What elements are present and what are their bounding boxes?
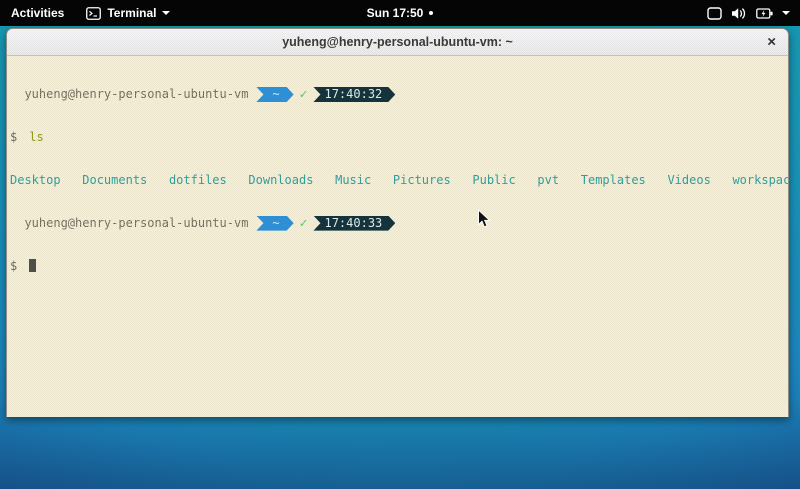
prompt-username: yuheng@henry-personal-ubuntu-vm [10, 87, 248, 102]
text-cursor [29, 259, 36, 272]
mouse-cursor [477, 209, 491, 229]
terminal-app-menu[interactable]: Terminal [75, 0, 181, 26]
command-text: ls [29, 130, 43, 144]
close-button[interactable]: × [767, 35, 776, 50]
battery-charging-icon [756, 8, 773, 19]
terminal-window: yuheng@henry-personal-ubuntu-vm: ~ × yuh… [6, 28, 789, 417]
prompt-symbol: $ [10, 130, 17, 144]
command-line-2: $ [10, 259, 785, 274]
terminal-app-icon [86, 7, 101, 20]
notification-dot [429, 11, 433, 15]
prompt-line-2: yuheng@henry-personal-ubuntu-vm ~ ✓ 17:4… [10, 216, 785, 231]
prompt-time-segment: 17:40:33 [313, 216, 395, 231]
prompt-symbol: $ [10, 259, 17, 273]
activities-button[interactable]: Activities [0, 0, 75, 26]
prompt-cwd-segment: ~ [256, 216, 293, 231]
top-bar: Activities Terminal Sun 17:50 [0, 0, 800, 26]
app-menu-label: Terminal [107, 6, 156, 20]
prompt-line-1: yuheng@henry-personal-ubuntu-vm ~ ✓ 17:4… [10, 87, 785, 102]
display-icon [707, 7, 722, 20]
volume-icon [731, 7, 747, 20]
status-check-icon: ✓ [300, 87, 308, 102]
terminal-content[interactable]: yuheng@henry-personal-ubuntu-vm ~ ✓ 17:4… [7, 56, 788, 417]
command-line-1: $ ls [10, 130, 785, 145]
window-titlebar[interactable]: yuheng@henry-personal-ubuntu-vm: ~ × [7, 29, 788, 56]
prompt-username: yuheng@henry-personal-ubuntu-vm [10, 216, 248, 231]
prompt-cwd-segment: ~ [256, 87, 293, 102]
chevron-down-icon [782, 11, 790, 15]
window-title: yuheng@henry-personal-ubuntu-vm: ~ [282, 35, 513, 49]
chevron-down-icon [162, 11, 170, 15]
prompt-time-segment: 17:40:32 [313, 87, 395, 102]
system-status-area[interactable] [707, 0, 800, 26]
ls-output: Desktop Documents dotfiles Downloads Mus… [10, 173, 785, 188]
status-check-icon: ✓ [300, 216, 308, 231]
clock-label: Sun 17:50 [367, 6, 424, 20]
